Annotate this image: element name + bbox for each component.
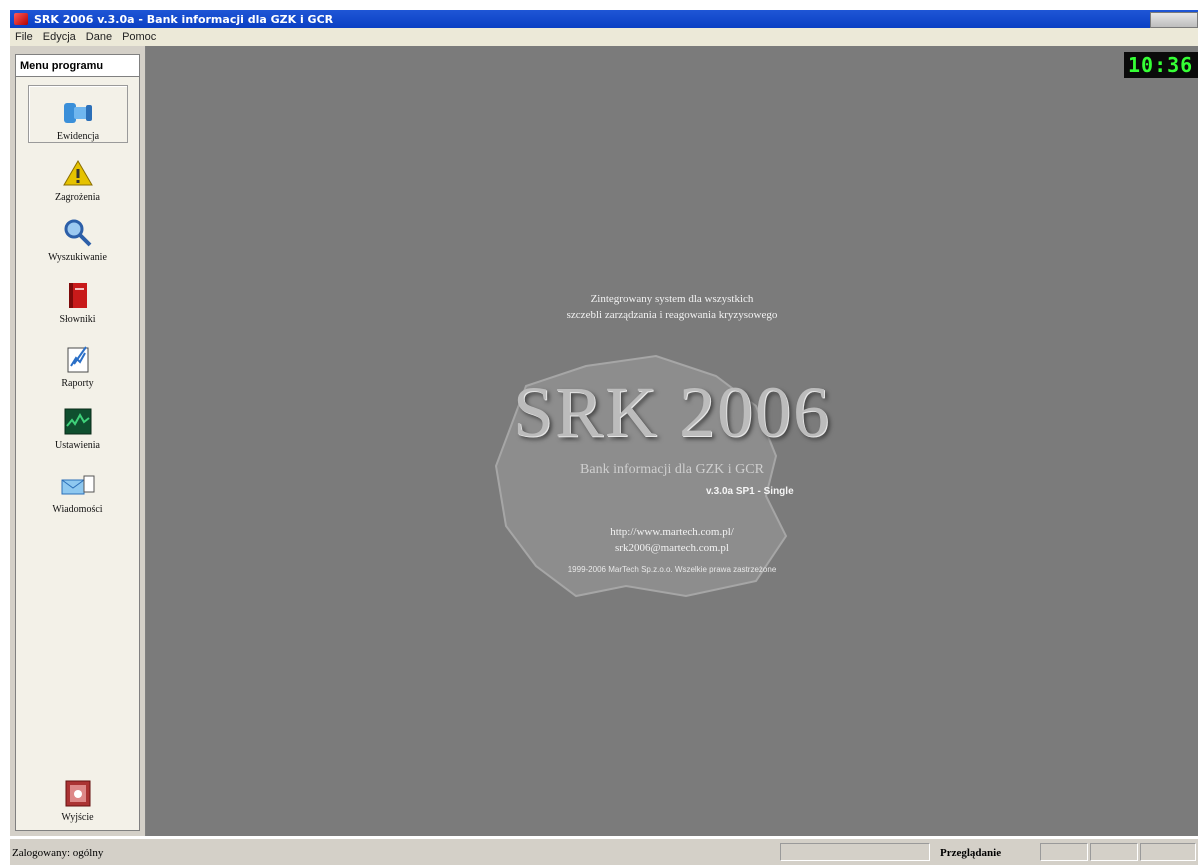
splash-title: SRK 2006 (512, 372, 832, 452)
report-icon (60, 344, 96, 374)
sidebar-item-label: Ustawienia (55, 440, 100, 451)
workspace: 10:36 Zintegrowany system dla wszystkich… (146, 46, 1198, 836)
sidebar-item-slowniki[interactable]: Słowniki (16, 267, 139, 325)
search-icon (60, 218, 96, 248)
menu-bar: File Edycja Dane Pomoc (10, 28, 1198, 46)
tagline-line-1: Zintegrowany system dla wszystkich (590, 293, 754, 305)
window-controls[interactable] (1150, 12, 1198, 28)
status-panel (1140, 843, 1196, 861)
sidebar-header[interactable]: Menu programu (15, 54, 140, 76)
sidebar-item-label: Ewidencja (56, 131, 100, 142)
status-panel (780, 843, 930, 861)
sidebar-item-wiadomosci[interactable]: Wiadomości (16, 457, 139, 515)
sidebar-item-label: Słowniki (59, 314, 96, 325)
sidebar-item-label: Wiadomości (52, 504, 103, 515)
clock-display: 10:36 (1124, 52, 1198, 78)
exit-label: Wyjście (61, 812, 94, 823)
title-bar: SRK 2006 v.3.0a - Bank informacji dla GZ… (10, 10, 1198, 28)
status-mode: Przeglądanie (940, 847, 1002, 859)
sidebar-item-wyszukiwanie[interactable]: Wyszukiwanie (16, 205, 139, 263)
status-bar: Zalogowany: ogólny Przeglądanie (10, 838, 1198, 865)
sidebar: Menu programu Ewidencja Zagrożenia Wyszu… (10, 46, 146, 836)
warning-icon (60, 158, 96, 188)
splash-url[interactable]: http://www.martech.com.pl/ (146, 524, 1198, 540)
sidebar-item-label: Wyszukiwanie (48, 252, 107, 263)
menu-edycja[interactable]: Edycja (38, 31, 81, 43)
sidebar-item-raporty[interactable]: Raporty (16, 331, 139, 389)
sidebar-panel: Ewidencja Zagrożenia Wyszukiwanie Słowni… (15, 76, 140, 831)
tagline-line-2: szczebli zarządzania i reagowania kryzys… (566, 309, 778, 321)
menu-file[interactable]: File (10, 31, 38, 43)
status-panel (1090, 843, 1138, 861)
sidebar-item-label: Zagrożenia (55, 192, 100, 203)
sidebar-item-label: Raporty (61, 378, 94, 389)
window-title: SRK 2006 v.3.0a - Bank informacji dla GZ… (34, 12, 334, 26)
sidebar-item-zagrozenia[interactable]: Zagrożenia (16, 145, 139, 203)
sidebar-item-ustawienia[interactable]: Ustawienia (16, 393, 139, 451)
books-icon (60, 280, 96, 310)
sidebar-item-ewidencja[interactable]: Ewidencja (28, 85, 128, 143)
status-user: Zalogowany: ogólny (12, 847, 104, 859)
splash-subtitle: Bank informacji dla GZK i GCR (580, 462, 764, 477)
exit-button[interactable]: Wyjście (16, 765, 139, 823)
exit-icon (60, 778, 96, 808)
status-panel (1040, 843, 1088, 861)
splash-contact: http://www.martech.com.pl/ srk2006@marte… (146, 524, 1198, 556)
splash-copyright: 1999-2006 MarTech Sp.z.o.o. Wszelkie pra… (567, 565, 777, 574)
splash-email[interactable]: srk2006@martech.com.pl (146, 540, 1198, 556)
messages-icon (60, 470, 96, 500)
splash-version: v.3.0a SP1 - Single (706, 486, 794, 497)
settings-icon (60, 406, 96, 436)
app-icon (14, 13, 28, 25)
splash-tagline: Zintegrowany system dla wszystkich szcze… (146, 291, 1198, 323)
menu-dane[interactable]: Dane (81, 31, 117, 43)
menu-pomoc[interactable]: Pomoc (117, 31, 161, 43)
database-icon (60, 97, 96, 127)
